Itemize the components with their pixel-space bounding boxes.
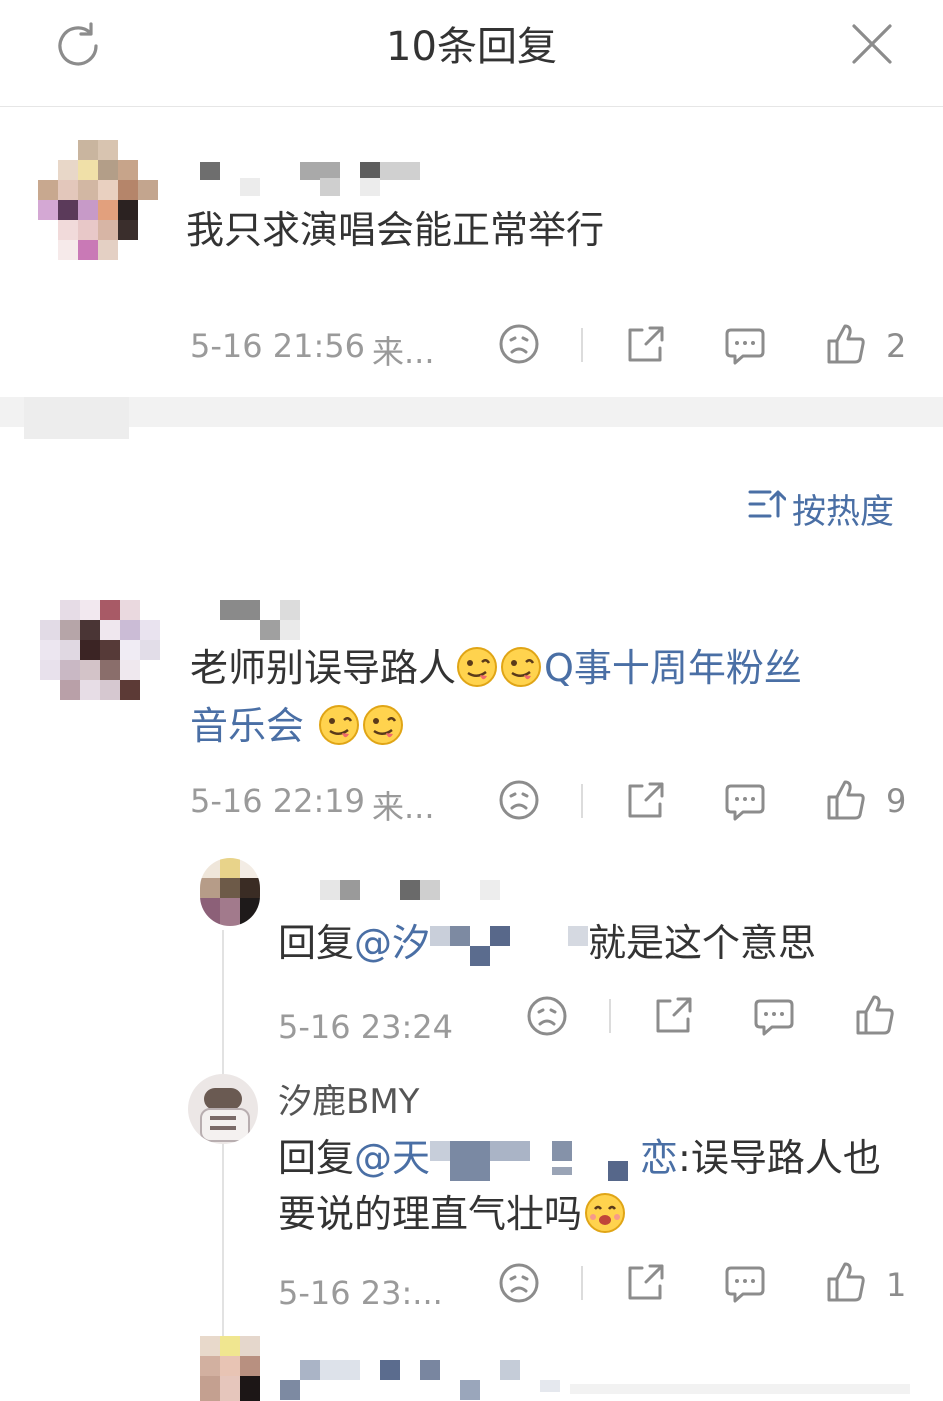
- mention-link[interactable]: @天: [354, 1136, 430, 1180]
- share-icon[interactable]: [624, 780, 666, 822]
- mention-link[interactable]: @汐: [354, 921, 430, 965]
- separator: [581, 328, 583, 362]
- comment-icon[interactable]: [752, 997, 796, 1037]
- section-divider: [0, 397, 943, 427]
- share-icon[interactable]: [624, 324, 666, 366]
- timestamp: 5-16 22:19: [190, 782, 366, 820]
- reply-text: 回复@汐 就是这个意思: [278, 915, 816, 971]
- divider-shade: [24, 397, 129, 439]
- avatar[interactable]: [188, 1074, 258, 1144]
- separator: [581, 784, 583, 818]
- like-icon[interactable]: [825, 1260, 867, 1304]
- topic-link[interactable]: Q事十周年粉丝: [544, 646, 802, 690]
- username[interactable]: 汐鹿BMY: [278, 1074, 419, 1123]
- comment-text: 我只求演唱会能正常举行: [186, 208, 605, 252]
- dislike-face-icon[interactable]: [498, 323, 540, 365]
- reply-body: 就是这个意思: [588, 921, 817, 965]
- dislike-face-icon[interactable]: [498, 1262, 540, 1304]
- comment-icon[interactable]: [723, 1264, 767, 1304]
- topic-link-cont[interactable]: 音乐会: [190, 704, 304, 748]
- comment-text: 老师别误导路人 Q事十周年粉丝: [190, 640, 910, 696]
- reply-body: :误导路人也: [678, 1136, 881, 1180]
- mention-blurred: [430, 1137, 640, 1181]
- share-icon[interactable]: [624, 1262, 666, 1304]
- header-bar: 10条回复: [0, 0, 943, 107]
- avatar[interactable]: [200, 1336, 260, 1401]
- mention-blurred: [430, 922, 589, 966]
- close-icon[interactable]: [850, 22, 894, 66]
- reply-text-line2: 要说的理直气壮吗: [278, 1186, 628, 1242]
- avatar[interactable]: [200, 858, 260, 926]
- separator: [581, 1266, 583, 1300]
- separator: [609, 999, 611, 1033]
- drool-emoji-icon: [319, 705, 404, 745]
- comment-icon[interactable]: [723, 782, 767, 822]
- username-blurred[interactable]: [320, 880, 500, 900]
- reply-body-line2: 要说的理直气壮吗: [278, 1192, 583, 1236]
- sort-icon[interactable]: [748, 488, 786, 520]
- sort-label[interactable]: 按热度: [792, 484, 894, 533]
- dislike-face-icon[interactable]: [526, 995, 568, 1037]
- like-count: 2: [886, 327, 907, 365]
- like-icon[interactable]: [825, 322, 867, 366]
- avatar[interactable]: [40, 600, 160, 700]
- timestamp: 5-16 21:56: [190, 327, 366, 365]
- username-blurred[interactable]: [280, 1360, 920, 1400]
- source-label: 来...: [372, 333, 435, 371]
- username-blurred[interactable]: [198, 160, 428, 196]
- comment-text-prefix: 老师别误导路人: [190, 646, 457, 690]
- source-label: 来...: [372, 788, 435, 826]
- timestamp: 5-16 23:...: [278, 1274, 443, 1312]
- share-icon[interactable]: [652, 995, 694, 1037]
- reply-prefix: 回复: [278, 1136, 355, 1180]
- drool-emoji-icon: [457, 647, 542, 687]
- comment-icon[interactable]: [723, 326, 767, 366]
- dislike-face-icon[interactable]: [498, 779, 540, 821]
- page-title: 10条回复: [386, 24, 557, 70]
- timestamp: 5-16 23:24: [278, 1008, 454, 1046]
- avatar[interactable]: [38, 140, 160, 260]
- comment-text-line2: 音乐会: [190, 698, 406, 754]
- like-icon[interactable]: [825, 778, 867, 822]
- mention-tail[interactable]: 恋: [640, 1136, 678, 1180]
- username-blurred[interactable]: [218, 600, 308, 640]
- happy-blush-emoji-icon: [585, 1193, 626, 1233]
- reply-prefix: 回复: [278, 921, 355, 965]
- reply-text: 回复@天 恋:误导路人也: [278, 1130, 881, 1186]
- like-icon[interactable]: [854, 993, 896, 1037]
- like-count: 9: [886, 782, 907, 820]
- like-count: 1: [886, 1266, 907, 1304]
